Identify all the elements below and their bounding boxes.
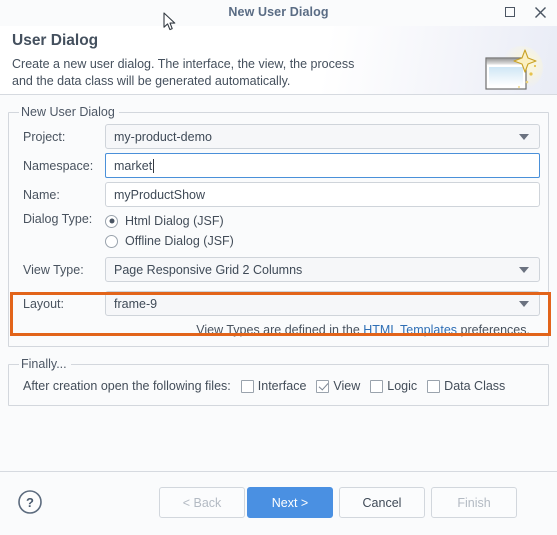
radio-html-dialog[interactable]: Html Dialog (JSF) [105, 211, 540, 231]
project-label: Project: [23, 129, 66, 144]
checkbox-view[interactable]: View [316, 379, 360, 393]
page-description: Create a new user dialog. The interface,… [12, 56, 442, 90]
radio-selected-icon [105, 214, 118, 228]
footer-button-bar: < Back Next > Cancel Finish [159, 487, 517, 518]
radio-offline-dialog[interactable]: Offline Dialog (JSF) [105, 231, 540, 251]
layout-value: frame-9 [114, 296, 158, 311]
text-caret [153, 158, 155, 173]
svg-text:?: ? [26, 495, 34, 510]
layout-label: Layout: [23, 296, 65, 311]
radio-unselected-icon [105, 234, 118, 248]
wizard-header: User Dialog Create a new user dialog. Th… [0, 26, 557, 95]
view-type-hint-after: preferences. [457, 323, 531, 337]
view-type-value: Page Responsive Grid 2 Columns [114, 262, 303, 277]
view-type-hint-before: View Types are defined in the [196, 323, 364, 337]
chevron-down-icon [519, 133, 529, 140]
view-type-label: View Type: [23, 262, 84, 277]
checkbox-unchecked-icon [427, 379, 441, 393]
project-combobox[interactable]: my-product-demo [105, 124, 540, 149]
close-icon[interactable] [533, 5, 547, 19]
wizard-footer: ? < Back Next > Cancel Finish [0, 471, 557, 535]
name-label: Name: [23, 187, 60, 202]
radio-offline-dialog-label: Offline Dialog (JSF) [125, 234, 234, 248]
open-files-prompt: After creation open the following files: [23, 379, 231, 393]
project-row: Project: my-product-demo [17, 123, 540, 150]
page-description-line-1: Create a new user dialog. The interface,… [12, 57, 355, 71]
help-icon[interactable]: ? [17, 489, 43, 515]
name-value: myProductShow [114, 187, 206, 202]
checkbox-data-class[interactable]: Data Class [427, 379, 505, 393]
checkbox-unchecked-icon [370, 379, 384, 393]
name-input[interactable]: myProductShow [105, 182, 540, 207]
chevron-down-icon [519, 266, 529, 273]
view-type-row: View Type: Page Responsive Grid 2 Column… [17, 256, 540, 283]
next-button[interactable]: Next > [247, 487, 333, 518]
chevron-down-icon [519, 300, 529, 307]
new-dialog-wizard-icon [481, 46, 543, 98]
radio-html-dialog-label: Html Dialog (JSF) [125, 214, 224, 228]
wizard-body: New User Dialog Project: my-product-demo… [0, 95, 557, 406]
title-bar: New User Dialog [0, 0, 557, 26]
checkbox-logic[interactable]: Logic [370, 379, 417, 393]
layout-combobox[interactable]: frame-9 [105, 291, 540, 316]
project-value: my-product-demo [114, 129, 212, 144]
maximize-icon[interactable] [503, 5, 517, 19]
window-controls [503, 5, 547, 19]
dialog-type-label: Dialog Type: [23, 212, 93, 226]
finally-group: Finally... After creation open the follo… [8, 357, 549, 406]
window-title: New User Dialog [228, 5, 329, 19]
checkbox-logic-label: Logic [387, 379, 418, 393]
checkbox-data-class-label: Data Class [444, 379, 506, 393]
checkbox-interface[interactable]: Interface [240, 379, 307, 393]
checkbox-interface-label: Interface [257, 379, 307, 393]
checkbox-checked-icon [316, 379, 330, 393]
open-files-row: After creation open the following files:… [17, 375, 540, 397]
page-description-line-2: and the data class will be generated aut… [12, 74, 291, 88]
layout-row: Layout: frame-9 [17, 290, 540, 317]
checkbox-view-label: View [333, 379, 361, 393]
page-title: User Dialog [12, 32, 99, 49]
checkbox-unchecked-icon [240, 379, 254, 393]
dialog-type-row: Dialog Type: Html Dialog (JSF) Offline D… [17, 210, 540, 251]
namespace-value: market [114, 158, 153, 173]
html-templates-link[interactable]: HTML Templates [363, 323, 457, 337]
finally-group-legend: Finally... [21, 357, 67, 371]
new-user-dialog-group: New User Dialog Project: my-product-demo… [8, 105, 549, 347]
finish-button[interactable]: Finish [431, 487, 517, 518]
view-type-hint: View Types are defined in the HTML Templ… [17, 319, 540, 338]
namespace-row: Namespace: market [17, 152, 540, 179]
namespace-label: Namespace: [23, 158, 94, 173]
view-type-combobox[interactable]: Page Responsive Grid 2 Columns [105, 257, 540, 282]
new-user-dialog-group-legend: New User Dialog [21, 105, 115, 119]
cancel-button[interactable]: Cancel [339, 487, 425, 518]
name-row: Name: myProductShow [17, 181, 540, 208]
namespace-input[interactable]: market [105, 153, 540, 178]
back-button[interactable]: < Back [159, 487, 245, 518]
